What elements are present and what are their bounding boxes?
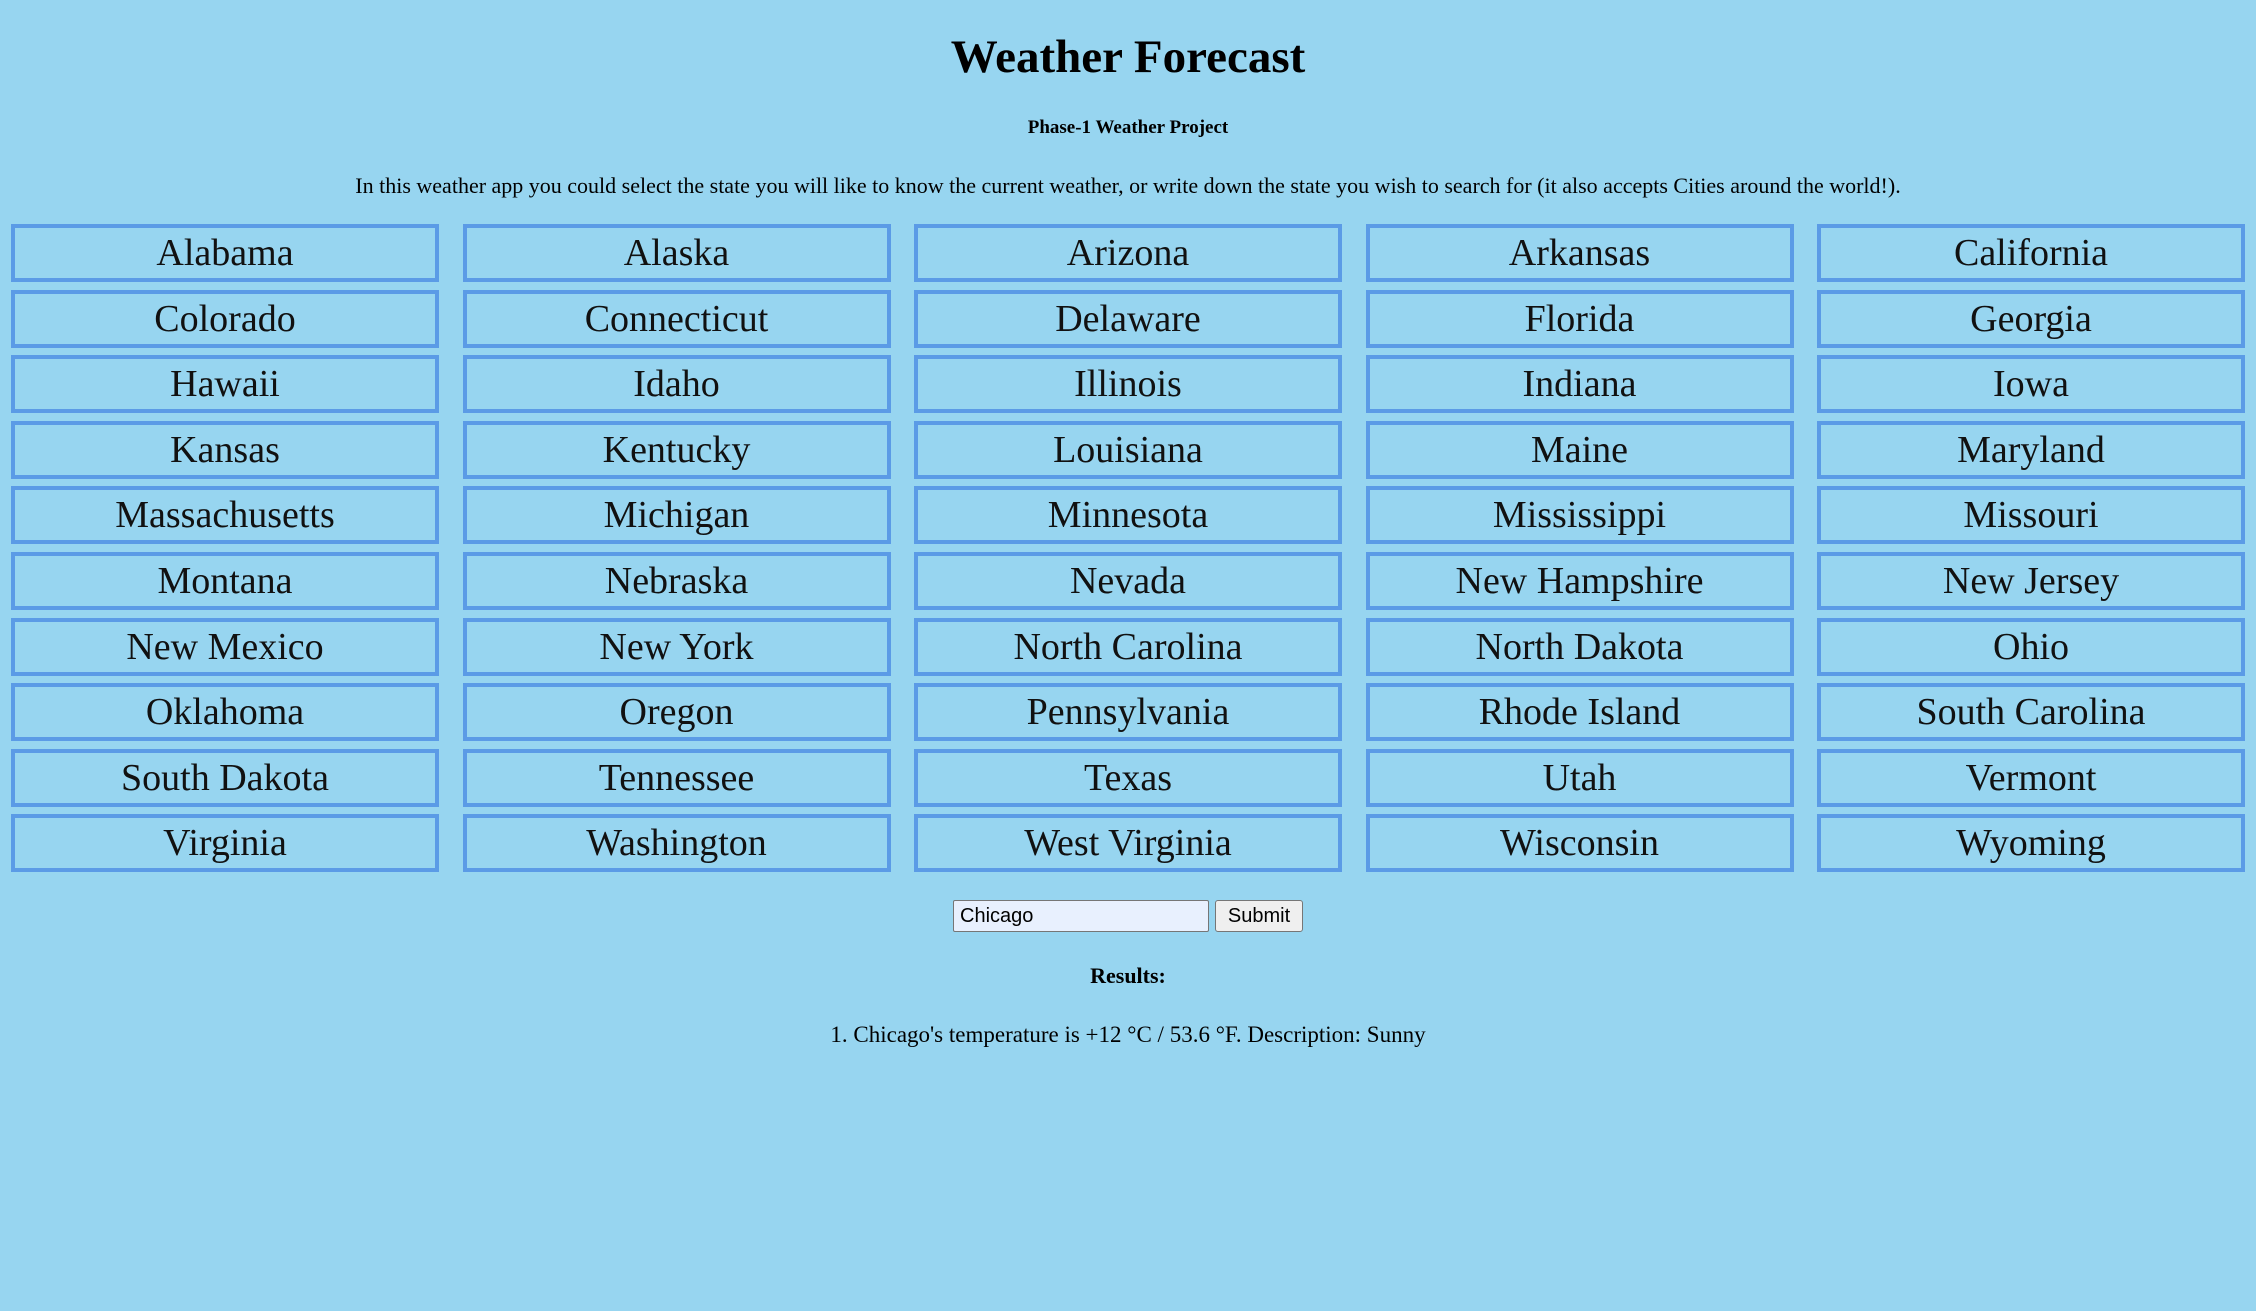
state-button-missouri[interactable]: Missouri xyxy=(1817,486,2245,545)
state-button-maryland[interactable]: Maryland xyxy=(1817,420,2245,479)
state-button-new-york[interactable]: New York xyxy=(462,617,891,676)
state-button-nevada[interactable]: Nevada xyxy=(914,551,1342,610)
state-button-north-carolina[interactable]: North Carolina xyxy=(914,617,1342,676)
state-button-texas[interactable]: Texas xyxy=(914,748,1342,807)
state-button-michigan[interactable]: Michigan xyxy=(462,486,891,545)
state-button-florida[interactable]: Florida xyxy=(1365,289,1794,348)
state-button-vermont[interactable]: Vermont xyxy=(1817,748,2245,807)
state-button-pennsylvania[interactable]: Pennsylvania xyxy=(914,683,1342,742)
state-button-utah[interactable]: Utah xyxy=(1365,748,1794,807)
state-button-new-hampshire[interactable]: New Hampshire xyxy=(1365,551,1794,610)
state-button-hawaii[interactable]: Hawaii xyxy=(11,355,439,414)
state-button-wisconsin[interactable]: Wisconsin xyxy=(1365,814,1794,873)
state-button-delaware[interactable]: Delaware xyxy=(914,289,1342,348)
state-button-washington[interactable]: Washington xyxy=(462,814,891,873)
state-button-virginia[interactable]: Virginia xyxy=(11,814,439,873)
state-button-alaska[interactable]: Alaska xyxy=(462,224,891,282)
state-button-california[interactable]: California xyxy=(1817,224,2245,282)
state-button-idaho[interactable]: Idaho xyxy=(462,355,891,414)
state-button-kansas[interactable]: Kansas xyxy=(11,420,439,479)
state-button-massachusetts[interactable]: Massachusetts xyxy=(11,486,439,545)
state-button-louisiana[interactable]: Louisiana xyxy=(914,420,1342,479)
state-button-maine[interactable]: Maine xyxy=(1365,420,1794,479)
submit-button[interactable]: Submit xyxy=(1215,900,1303,932)
state-button-arkansas[interactable]: Arkansas xyxy=(1365,224,1794,282)
state-button-south-carolina[interactable]: South Carolina xyxy=(1817,683,2245,742)
state-button-oregon[interactable]: Oregon xyxy=(462,683,891,742)
search-input[interactable] xyxy=(953,900,1209,932)
result-line: 1. Chicago's temperature is +12 °C / 53.… xyxy=(830,1022,1426,1047)
state-button-georgia[interactable]: Georgia xyxy=(1817,289,2245,348)
intro-text: In this weather app you could select the… xyxy=(355,173,1901,198)
state-button-grid: Alabama Alaska Arizona Arkansas California Co… xyxy=(11,224,2245,873)
state-button-new-mexico[interactable]: New Mexico xyxy=(11,617,439,676)
state-button-montana[interactable]: Montana xyxy=(11,551,439,610)
state-button-north-dakota[interactable]: North Dakota xyxy=(1365,617,1794,676)
state-button-kentucky[interactable]: Kentucky xyxy=(462,420,891,479)
state-button-iowa[interactable]: Iowa xyxy=(1817,355,2245,414)
state-button-alabama[interactable]: Alabama xyxy=(11,224,439,282)
state-button-minnesota[interactable]: Minnesota xyxy=(914,486,1342,545)
state-button-oklahoma[interactable]: Oklahoma xyxy=(11,683,439,742)
state-button-connecticut[interactable]: Connecticut xyxy=(462,289,891,348)
state-button-south-dakota[interactable]: South Dakota xyxy=(11,748,439,807)
state-button-rhode-island[interactable]: Rhode Island xyxy=(1365,683,1794,742)
state-button-new-jersey[interactable]: New Jersey xyxy=(1817,551,2245,610)
state-button-colorado[interactable]: Colorado xyxy=(11,289,439,348)
page-subtitle: Phase-1 Weather Project xyxy=(1027,117,1229,138)
state-button-west-virginia[interactable]: West Virginia xyxy=(914,814,1342,873)
state-button-indiana[interactable]: Indiana xyxy=(1365,355,1794,414)
results-heading: Results: xyxy=(1090,963,1166,988)
state-button-arizona[interactable]: Arizona xyxy=(914,224,1342,282)
page-title: Weather Forecast xyxy=(950,31,1306,83)
state-button-mississippi[interactable]: Mississippi xyxy=(1365,486,1794,545)
state-button-wyoming[interactable]: Wyoming xyxy=(1817,814,2245,873)
state-button-ohio[interactable]: Ohio xyxy=(1817,617,2245,676)
search-form: Submit xyxy=(0,900,2256,932)
state-button-tennessee[interactable]: Tennessee xyxy=(462,748,891,807)
state-button-illinois[interactable]: Illinois xyxy=(914,355,1342,414)
state-button-nebraska[interactable]: Nebraska xyxy=(462,551,891,610)
